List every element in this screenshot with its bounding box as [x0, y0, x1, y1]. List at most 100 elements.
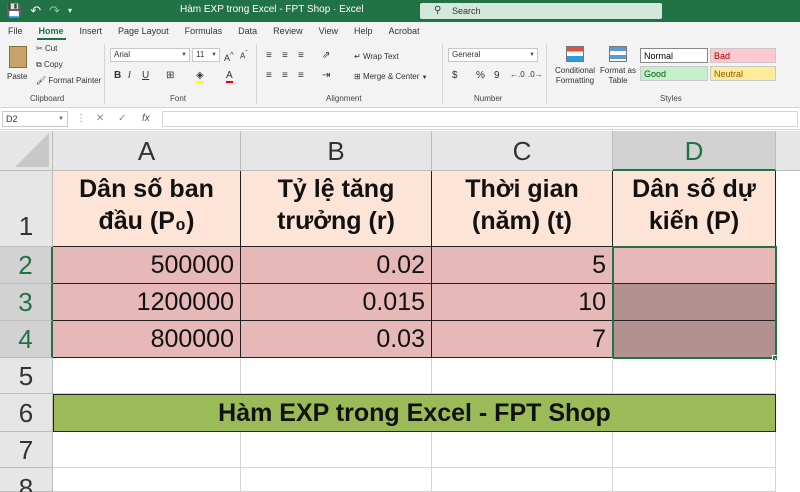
tab-home[interactable]: Home — [31, 22, 72, 40]
tab-view[interactable]: View — [311, 22, 346, 40]
align-center-icon[interactable]: ≡ — [282, 70, 288, 81]
increase-decimal-icon[interactable]: ←.0 — [510, 70, 525, 79]
decrease-font-icon[interactable]: Aˇ — [240, 50, 248, 61]
cell-b8[interactable] — [241, 468, 432, 492]
style-normal[interactable]: Normal — [640, 48, 708, 63]
tab-insert[interactable]: Insert — [72, 22, 111, 40]
search-box[interactable]: ⚲ Search — [420, 3, 662, 19]
undo-icon[interactable]: ↶ — [30, 2, 41, 20]
cell-a3[interactable]: 1200000 — [53, 284, 241, 321]
select-all-corner[interactable] — [0, 131, 53, 171]
orientation-icon[interactable]: ⇗ — [322, 50, 330, 61]
column-header-a[interactable]: A — [53, 131, 241, 171]
cell-a8[interactable] — [53, 468, 241, 492]
cell-d5[interactable] — [613, 358, 776, 394]
copy-button[interactable]: ⧉ Copy — [36, 60, 63, 70]
cell-a5[interactable] — [53, 358, 241, 394]
row-header-6[interactable]: 6 — [0, 394, 53, 432]
save-icon[interactable]: 💾 — [6, 2, 22, 20]
cell-d8[interactable] — [613, 468, 776, 492]
banner-cell[interactable]: Hàm EXP trong Excel - FPT Shop — [53, 394, 776, 432]
enter-icon[interactable]: ✓ — [118, 111, 126, 127]
tab-data[interactable]: Data — [230, 22, 265, 40]
tab-page-layout[interactable]: Page Layout — [110, 22, 177, 40]
font-size-select[interactable]: 11 ▼ — [192, 48, 220, 62]
cell-b7[interactable] — [241, 432, 432, 468]
cell-b1[interactable]: Tỷ lệ tăng trưởng (r) — [241, 171, 432, 247]
cell-b4[interactable]: 0.03 — [241, 321, 432, 358]
column-header-d[interactable]: D — [613, 131, 776, 171]
tab-formulas[interactable]: Formulas — [177, 22, 231, 40]
align-left-icon[interactable]: ≡ — [266, 70, 272, 81]
cell-c5[interactable] — [432, 358, 613, 394]
cell-c1[interactable]: Thời gian (năm) (t) — [432, 171, 613, 247]
increase-font-icon[interactable]: A^ — [224, 50, 234, 63]
cut-button[interactable]: ✂ Cut — [36, 44, 57, 53]
insert-function-icon[interactable]: fx — [142, 111, 150, 127]
bold-button[interactable]: B — [114, 70, 121, 81]
row-header-4[interactable]: 4 — [0, 321, 53, 358]
align-right-icon[interactable]: ≡ — [298, 70, 304, 81]
customize-qat-icon[interactable]: ▾ — [68, 2, 72, 20]
underline-button[interactable]: U — [142, 70, 149, 81]
style-neutral[interactable]: Neutral — [710, 66, 776, 81]
comma-button[interactable]: 9 — [494, 70, 500, 81]
cell-c8[interactable] — [432, 468, 613, 492]
row-header-3[interactable]: 3 — [0, 284, 53, 321]
paste-button[interactable]: Paste — [4, 44, 34, 88]
borders-icon[interactable]: ⊞ — [166, 70, 174, 81]
name-box[interactable]: D2 ▼ — [2, 111, 68, 127]
row-header-5[interactable]: 5 — [0, 358, 53, 394]
currency-button[interactable]: $ — [452, 70, 458, 81]
cell-d7[interactable] — [613, 432, 776, 468]
cell-a4[interactable]: 800000 — [53, 321, 241, 358]
align-middle-icon[interactable]: ≡ — [282, 50, 288, 61]
copy-label: Copy — [43, 60, 63, 69]
row-header-2[interactable]: 2 — [0, 247, 53, 284]
cell-c4[interactable]: 7 — [432, 321, 613, 358]
font-name-select[interactable]: Arial ▼ — [110, 48, 190, 62]
cell-b3[interactable]: 0.015 — [241, 284, 432, 321]
tab-help[interactable]: Help — [346, 22, 381, 40]
formula-input[interactable] — [162, 111, 798, 127]
redo-icon[interactable]: ↷ — [49, 2, 60, 20]
number-format-select[interactable]: General ▼ — [448, 48, 538, 62]
font-color-icon[interactable]: A — [226, 70, 233, 83]
cell-c3[interactable]: 10 — [432, 284, 613, 321]
cell-a2[interactable]: 500000 — [53, 247, 241, 284]
percent-button[interactable]: % — [476, 70, 485, 81]
styles-group-label: Styles — [660, 94, 682, 103]
format-as-table-label: Format as Table — [600, 66, 637, 85]
format-as-table-button[interactable]: Format as Table — [600, 44, 636, 92]
tab-file[interactable]: File — [0, 22, 31, 40]
cell-b2[interactable]: 0.02 — [241, 247, 432, 284]
row-header-1[interactable]: 1 — [0, 171, 53, 247]
column-header-b[interactable]: B — [241, 131, 432, 171]
conditional-formatting-icon — [566, 46, 584, 62]
cell-c2[interactable]: 5 — [432, 247, 613, 284]
wrap-text-button[interactable]: ↵ Wrap Text — [354, 52, 399, 61]
cell-a7[interactable] — [53, 432, 241, 468]
cell-c7[interactable] — [432, 432, 613, 468]
column-header-e[interactable] — [776, 131, 800, 171]
cell-b5[interactable] — [241, 358, 432, 394]
merge-center-button[interactable]: ⊞ Merge & Center ▼ — [354, 72, 428, 81]
conditional-formatting-button[interactable]: Conditional Formatting — [552, 44, 598, 92]
format-painter-button[interactable]: 🖌 Format Painter — [36, 76, 101, 85]
row-header-8[interactable]: 8 — [0, 468, 53, 492]
row-header-7[interactable]: 7 — [0, 432, 53, 468]
fill-color-icon[interactable]: ◈ — [196, 70, 204, 83]
style-good[interactable]: Good — [640, 66, 708, 81]
style-bad[interactable]: Bad — [710, 48, 776, 63]
align-top-icon[interactable]: ≡ — [266, 50, 272, 61]
cell-a1[interactable]: Dân số ban đầu (P₀) — [53, 171, 241, 247]
italic-button[interactable]: I — [128, 70, 131, 81]
indent-icon[interactable]: ⇥ — [322, 70, 330, 81]
tab-acrobat[interactable]: Acrobat — [381, 22, 428, 40]
decrease-decimal-icon[interactable]: .0→ — [528, 70, 543, 79]
cell-d1[interactable]: Dân số dự kiến (P) — [613, 171, 776, 247]
column-header-c[interactable]: C — [432, 131, 613, 171]
align-bottom-icon[interactable]: ≡ — [298, 50, 304, 61]
tab-review[interactable]: Review — [265, 22, 311, 40]
cancel-icon[interactable]: ✕ — [96, 111, 104, 127]
